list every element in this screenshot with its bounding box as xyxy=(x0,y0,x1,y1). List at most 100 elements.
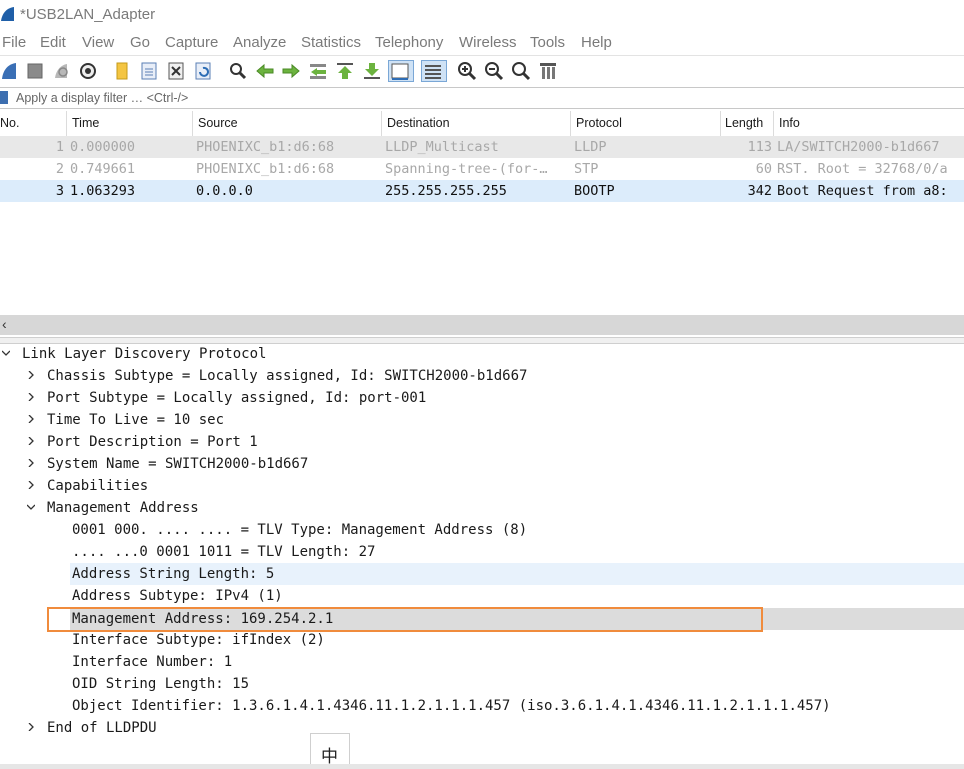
packet-list-horizontal-scrollbar[interactable]: ‹ xyxy=(0,315,964,335)
tree-item-chassis-subtype[interactable]: Chassis Subtype = Locally assigned, Id: … xyxy=(0,365,964,387)
tree-item-port-subtype[interactable]: Port Subtype = Locally assigned, Id: por… xyxy=(0,387,964,409)
packet-info: LA/SWITCH2000-b1d667 xyxy=(777,139,940,155)
tree-item-time-to-live[interactable]: Time To Live = 10 sec xyxy=(0,409,964,431)
column-divider[interactable] xyxy=(720,111,721,136)
chevron-right-icon[interactable] xyxy=(27,723,35,731)
menu-help[interactable]: Help xyxy=(581,34,612,51)
open-folder-icon[interactable] xyxy=(111,60,133,82)
title-bar: *USB2LAN_Adapter xyxy=(0,0,964,30)
find-magnifier-icon[interactable] xyxy=(227,60,249,82)
column-divider[interactable] xyxy=(381,111,382,136)
menu-telephony[interactable]: Telephony xyxy=(375,34,443,51)
tree-item-end-of-lldpdu[interactable]: End of LLDPDU xyxy=(0,717,964,739)
packet-source: 0.0.0.0 xyxy=(196,183,253,199)
wireshark-logo-icon xyxy=(1,7,14,21)
chevron-right-icon[interactable] xyxy=(27,415,35,423)
menu-file[interactable]: File xyxy=(2,34,26,51)
colorize-icon[interactable] xyxy=(421,60,447,82)
tree-item-management-address-group[interactable]: Management Address xyxy=(0,497,964,519)
shark-fin-start-icon[interactable] xyxy=(0,60,20,82)
menu-wireless[interactable]: Wireless xyxy=(459,34,517,51)
column-header-protocol[interactable]: Protocol xyxy=(576,116,622,130)
column-header-destination[interactable]: Destination xyxy=(387,116,450,130)
column-header-time[interactable]: Time xyxy=(72,116,99,130)
chevron-right-icon[interactable] xyxy=(27,393,35,401)
highlight-annotation-box xyxy=(47,607,763,632)
column-divider[interactable] xyxy=(773,111,774,136)
packet-length: 342 xyxy=(747,183,772,199)
menu-view[interactable]: View xyxy=(82,34,114,51)
column-divider[interactable] xyxy=(66,111,67,136)
menu-edit[interactable]: Edit xyxy=(40,34,66,51)
chevron-right-icon[interactable] xyxy=(27,481,35,489)
tree-item-address-subtype[interactable]: Address Subtype: IPv4 (1) xyxy=(0,585,964,607)
tree-item-tlv-length[interactable]: .... ...0 0001 1011 = TLV Length: 27 xyxy=(0,541,964,563)
stop-square-icon[interactable] xyxy=(24,60,46,82)
chevron-right-icon[interactable] xyxy=(27,371,35,379)
packet-row[interactable]: 1 0.000000 PHOENIXC_b1:d6:68 LLDP_Multic… xyxy=(0,136,964,158)
menu-tools[interactable]: Tools xyxy=(530,34,565,51)
tree-item-label: OID String Length: 15 xyxy=(72,676,250,692)
menu-bar: File Edit View Go Capture Analyze Statis… xyxy=(0,30,964,54)
scroll-left-arrow-icon[interactable]: ‹ xyxy=(2,316,7,332)
column-divider[interactable] xyxy=(570,111,571,136)
tree-item-label: Port Subtype = Locally assigned, Id: por… xyxy=(47,390,427,406)
packet-info: Boot Request from a8: xyxy=(777,183,948,199)
tree-item-label: Port Description = Port 1 xyxy=(47,434,258,450)
tree-item-oid-string-length[interactable]: OID String Length: 15 xyxy=(0,673,964,695)
tree-item-lldp[interactable]: Link Layer Discovery Protocol xyxy=(0,343,964,365)
save-file-icon[interactable] xyxy=(138,60,160,82)
resize-columns-icon[interactable] xyxy=(537,60,559,82)
menu-go[interactable]: Go xyxy=(130,34,150,51)
packet-time: 0.000000 xyxy=(70,139,136,155)
tree-item-interface-number[interactable]: Interface Number: 1 xyxy=(0,651,964,673)
chevron-down-icon[interactable] xyxy=(2,349,10,357)
tree-item-interface-subtype[interactable]: Interface Subtype: ifIndex (2) xyxy=(0,629,964,651)
menu-capture[interactable]: Capture xyxy=(165,34,218,51)
chevron-down-icon[interactable] xyxy=(27,503,35,511)
chevron-right-icon[interactable] xyxy=(27,459,35,467)
packet-protocol: STP xyxy=(574,161,599,177)
display-filter-input[interactable] xyxy=(12,88,960,108)
menu-analyze[interactable]: Analyze xyxy=(233,34,286,51)
go-to-packet-icon[interactable] xyxy=(307,60,329,82)
zoom-in-icon[interactable] xyxy=(456,60,478,82)
close-file-icon[interactable] xyxy=(165,60,187,82)
tree-item-object-identifier[interactable]: Object Identifier: 1.3.6.1.4.1.4346.11.1… xyxy=(0,695,964,717)
column-header-length[interactable]: Length xyxy=(725,116,763,130)
status-bar-edge xyxy=(0,764,964,769)
go-last-icon[interactable] xyxy=(361,60,383,82)
capture-options-gear-icon[interactable] xyxy=(77,60,99,82)
tree-item-label: Chassis Subtype = Locally assigned, Id: … xyxy=(47,368,528,384)
go-forward-arrow-icon[interactable] xyxy=(280,60,302,82)
chevron-right-icon[interactable] xyxy=(27,437,35,445)
go-first-icon[interactable] xyxy=(334,60,356,82)
restart-fin-icon[interactable] xyxy=(50,60,72,82)
tree-item-capabilities[interactable]: Capabilities xyxy=(0,475,964,497)
zoom-reset-icon[interactable] xyxy=(510,60,532,82)
tree-item-label: Interface Number: 1 xyxy=(72,654,233,670)
zoom-out-icon[interactable] xyxy=(483,60,505,82)
column-header-source[interactable]: Source xyxy=(198,116,238,130)
packet-protocol: LLDP xyxy=(574,139,607,155)
tree-item-tlv-type[interactable]: 0001 000. .... .... = TLV Type: Manageme… xyxy=(0,519,964,541)
packet-row[interactable]: 2 0.749661 PHOENIXC_b1:d6:68 Spanning-tr… xyxy=(0,158,964,180)
menu-statistics[interactable]: Statistics xyxy=(301,34,361,51)
go-back-arrow-icon[interactable] xyxy=(254,60,276,82)
packet-info: RST. Root = 32768/0/a xyxy=(777,161,948,177)
tree-item-label: System Name = SWITCH2000-b1d667 xyxy=(47,456,309,472)
tree-item-label: End of LLDPDU xyxy=(47,720,157,736)
tree-item-label: Object Identifier: 1.3.6.1.4.1.4346.11.1… xyxy=(72,698,831,714)
column-divider[interactable] xyxy=(192,111,193,136)
tree-item-label: Time To Live = 10 sec xyxy=(47,412,225,428)
tree-item-system-name[interactable]: System Name = SWITCH2000-b1d667 xyxy=(0,453,964,475)
column-header-info[interactable]: Info xyxy=(779,116,800,130)
column-header-no[interactable]: No. xyxy=(0,116,19,130)
packet-time: 0.749661 xyxy=(70,161,136,177)
filter-bookmark-icon[interactable] xyxy=(0,91,8,104)
tree-item-address-string-length[interactable]: Address String Length: 5 xyxy=(70,563,964,585)
packet-row-selected[interactable]: 3 1.063293 0.0.0.0 255.255.255.255 BOOTP… xyxy=(0,180,964,202)
reload-icon[interactable] xyxy=(192,60,214,82)
tree-item-port-description[interactable]: Port Description = Port 1 xyxy=(0,431,964,453)
autoscroll-icon[interactable] xyxy=(388,60,414,82)
